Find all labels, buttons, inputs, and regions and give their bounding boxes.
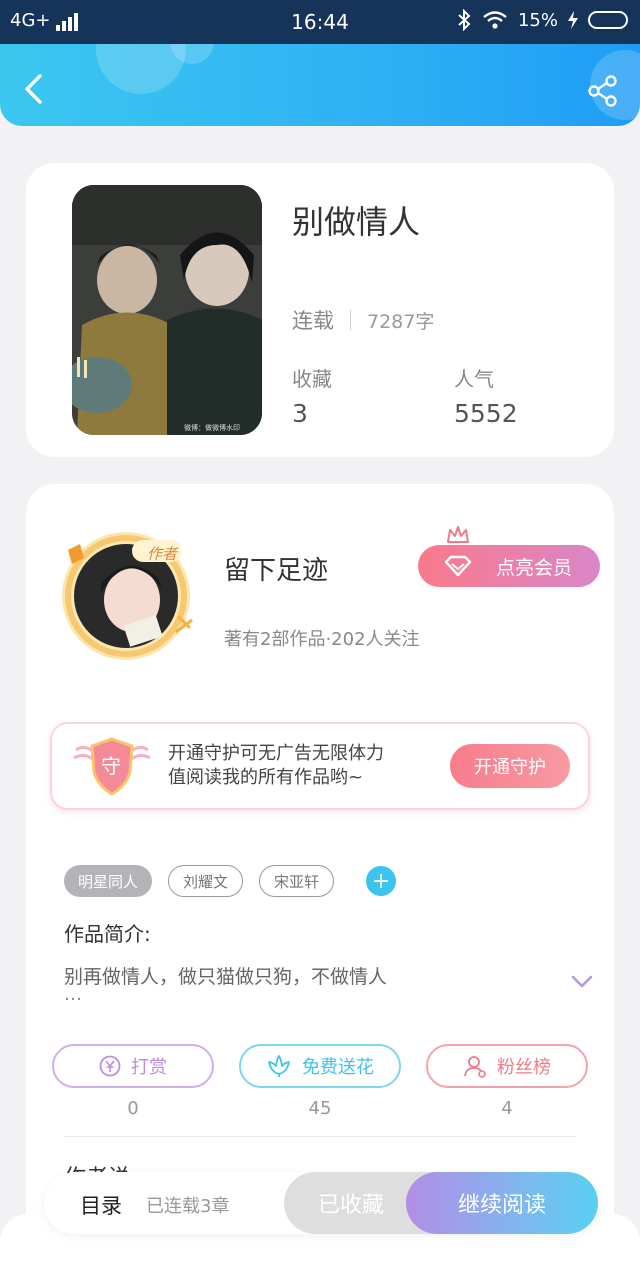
flower-count: 45 xyxy=(308,1098,332,1119)
reward-count: 0 xyxy=(127,1098,139,1119)
author-badge: 作者 xyxy=(147,545,178,563)
intro-ellipsis: … xyxy=(64,984,82,1005)
popularity-label: 人气 xyxy=(454,367,494,391)
activate-guard-button[interactable]: 开通守护 xyxy=(450,744,570,788)
crown-icon xyxy=(447,526,469,543)
word-count: 7287字 xyxy=(367,310,435,333)
continue-reading-button[interactable]: 继续阅读 xyxy=(406,1172,598,1234)
share-icon[interactable] xyxy=(586,74,620,108)
send-flower-label: 免费送花 xyxy=(302,1057,374,1078)
add-tag-button[interactable]: + xyxy=(366,866,397,896)
chapter-count: 已连载3章 xyxy=(146,1196,230,1217)
serial-status: 连载 xyxy=(292,309,334,333)
author-info: 著有2部作品·202人关注 xyxy=(224,629,420,650)
intro-title: 作品简介: xyxy=(64,922,151,946)
avatar-image xyxy=(62,532,193,660)
book-title: 别做情人 xyxy=(292,203,421,241)
book-meta: 连载 7287字 xyxy=(292,305,434,335)
chevron-down-icon[interactable] xyxy=(570,974,594,990)
fan-rank-count: 4 xyxy=(501,1098,513,1119)
favorites-label: 收藏 xyxy=(292,367,332,391)
back-icon[interactable] xyxy=(18,72,52,106)
popularity-value: 5552 xyxy=(454,399,518,428)
author-name: 留下足迹 xyxy=(224,556,329,586)
book-info-card: 微博：做微博水印 别做情人 连载 7287字 收藏 3 人气 5552 xyxy=(26,163,614,457)
collected-label: 已收藏 xyxy=(317,1193,384,1218)
guard-text-line2: 值阅读我的所有作品哟~ xyxy=(168,767,364,788)
bottom-action-bar: 目录 已连载3章 已收藏 继续阅读 xyxy=(44,1172,598,1234)
send-flower-button[interactable]: 免费送花 xyxy=(239,1044,401,1088)
author-avatar[interactable]: 作者 xyxy=(40,524,210,674)
wifi-icon xyxy=(483,11,507,29)
reward-label: 打赏 xyxy=(131,1057,167,1078)
toc-button[interactable]: 目录 xyxy=(80,1190,122,1220)
charging-icon xyxy=(568,11,578,29)
reward-button[interactable]: 打赏 xyxy=(52,1044,214,1088)
book-cover[interactable]: 微博：做微博水印 xyxy=(72,185,262,435)
status-bar: 4G+ 16:44 15% xyxy=(0,0,640,44)
guard-text-line1: 开通守护可无广告无限体力 xyxy=(168,743,384,764)
user-icon xyxy=(464,1056,486,1078)
bluetooth-icon xyxy=(458,9,471,31)
guard-shield-char: 守 xyxy=(101,754,121,778)
fan-rank-button[interactable]: 粉丝榜 xyxy=(426,1044,588,1088)
guard-banner: 守 开通守护可无广告无限体力 值阅读我的所有作品哟~ 开通守护 xyxy=(50,722,590,810)
intro-text: 别再做情人，做只猫做只狗，不做情人 xyxy=(64,966,388,988)
tag-item[interactable]: 明星同人 xyxy=(64,865,153,897)
diamond-icon xyxy=(444,555,472,577)
battery-icon xyxy=(588,11,628,29)
fan-rank-label: 粉丝榜 xyxy=(497,1057,551,1078)
tag-item[interactable]: 宋亚轩 xyxy=(259,865,335,897)
status-icons: 15% xyxy=(456,9,628,31)
battery-percent: 15% xyxy=(517,9,558,31)
favorites-value: 3 xyxy=(292,399,308,428)
section-divider xyxy=(64,1136,576,1137)
header-bar xyxy=(0,44,640,126)
activate-vip-button[interactable]: 点亮会员 xyxy=(418,545,600,587)
tag-list: 明星同人 刘耀文 宋亚轩 + xyxy=(64,865,397,897)
meta-divider xyxy=(350,310,351,330)
flower-icon xyxy=(268,1055,290,1077)
author-card: 作者 留下足迹 著有2部作品·202人关注 点亮会员 守 开通守护可无广告无限体… xyxy=(26,484,614,1280)
cover-watermark: 微博：做微博水印 xyxy=(184,424,240,432)
vip-button-label: 点亮会员 xyxy=(495,556,572,579)
tag-item[interactable]: 刘耀文 xyxy=(168,865,244,897)
yen-icon xyxy=(99,1055,121,1077)
guard-text: 开通守护可无广告无限体力 值阅读我的所有作品哟~ xyxy=(168,742,384,790)
cover-image xyxy=(72,185,262,435)
